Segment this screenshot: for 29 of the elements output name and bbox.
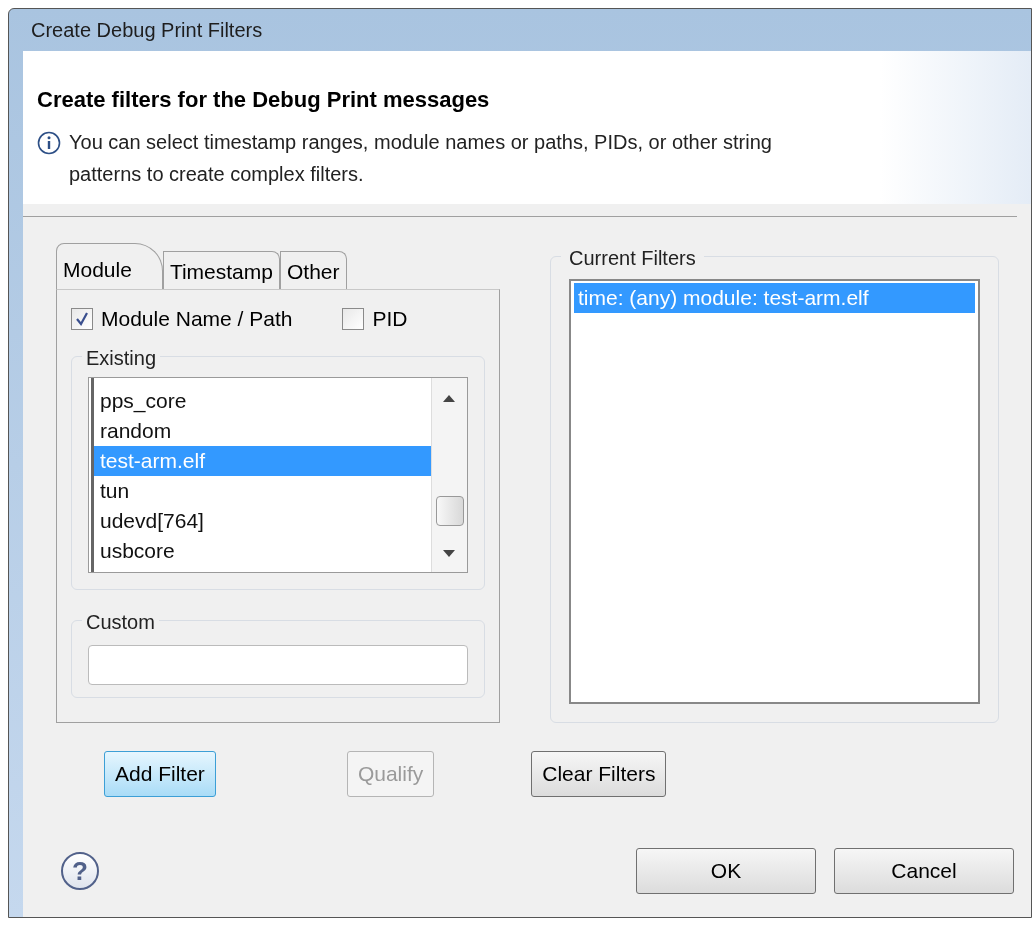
tab[interactable]: Module [56, 243, 163, 289]
header-title: Create filters for the Debug Print messages [37, 86, 491, 114]
list-item[interactable]: udevd[764] [94, 506, 431, 536]
tab[interactable]: Other [279, 251, 347, 289]
scroll-up-icon[interactable] [443, 395, 455, 402]
checkbox[interactable]: PID [342, 303, 408, 335]
action-button[interactable]: Clear Filters [531, 751, 667, 797]
checkbox[interactable]: Module Name / Path [71, 303, 293, 335]
list-item[interactable]: usbcore [94, 536, 431, 566]
list-item[interactable]: pps_core [94, 386, 431, 416]
dialog-button[interactable]: OK [636, 848, 816, 894]
checkbox-box[interactable] [342, 308, 365, 330]
scrollbar[interactable] [431, 378, 467, 572]
scroll-thumb[interactable] [436, 496, 464, 526]
action-button[interactable]: Add Filter [104, 751, 216, 797]
list-item[interactable]: random [94, 416, 431, 446]
custom-field[interactable] [88, 645, 468, 685]
scroll-down-icon[interactable] [443, 550, 455, 557]
checkbox-label: Module Name / Path [101, 306, 293, 333]
tab[interactable]: Timestamp [162, 251, 280, 289]
check-icon [75, 312, 89, 326]
info-message: You can select timestamp ranges, module names or paths, PIDs, or other string patterns to create complex filters. [69, 130, 773, 187]
help-button[interactable]: ? [61, 852, 99, 890]
info-icon [37, 131, 61, 155]
checkbox-box[interactable] [71, 308, 93, 330]
dialog-button[interactable]: Cancel [834, 848, 1014, 894]
checkbox-label: PID [372, 306, 408, 333]
list-item[interactable]: tun [94, 476, 431, 506]
window-title: Create Debug Print Filters [31, 18, 263, 43]
